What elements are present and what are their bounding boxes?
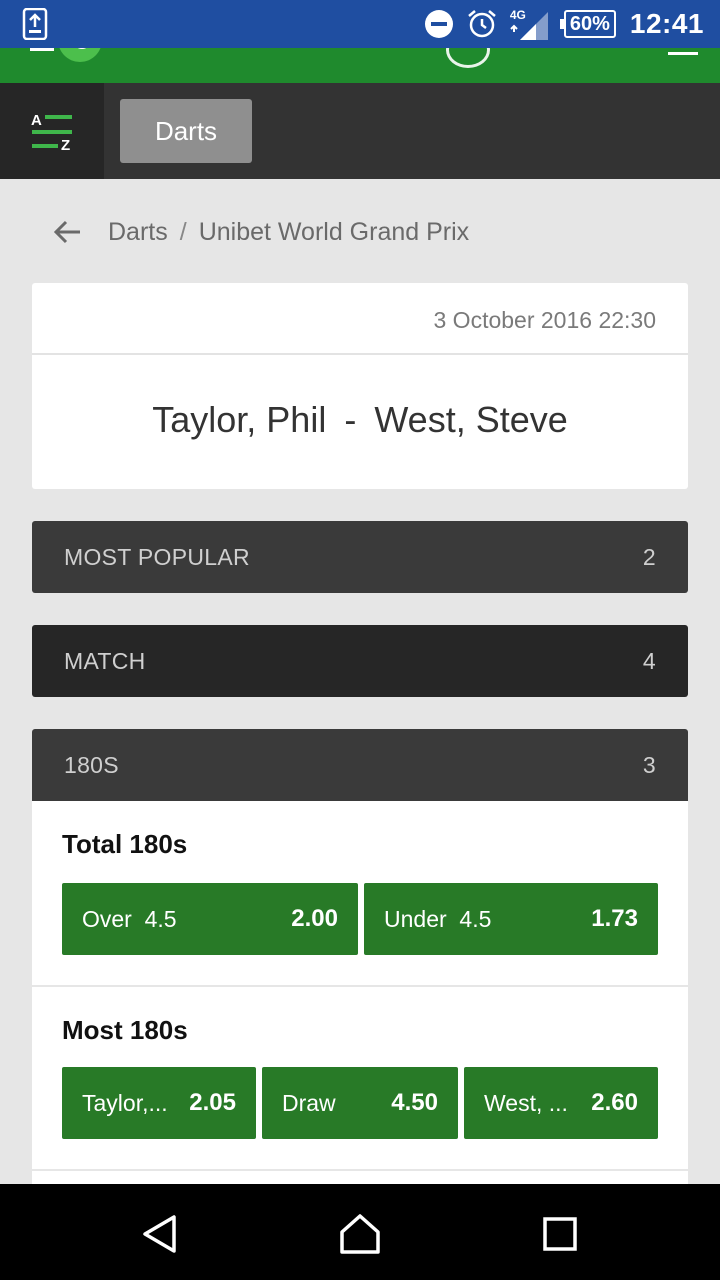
section-match[interactable]: MATCH 4 — [32, 625, 688, 697]
odds-button[interactable]: West, ... 2.60 — [464, 1067, 658, 1139]
odds-button[interactable]: Taylor,... 2.05 — [62, 1067, 256, 1139]
divider — [32, 353, 688, 355]
outcome-label: Draw — [282, 1090, 336, 1116]
section-count: 3 — [642, 752, 656, 778]
event-date: 3 October 2016 22:30 — [433, 307, 657, 333]
odds-button[interactable]: Under 4.5 1.73 — [364, 883, 658, 955]
outcome-price: 2.05 — [189, 1089, 236, 1116]
section-label: MATCH — [64, 648, 146, 674]
unibet-logo-icon — [30, 48, 101, 62]
download-notification-icon — [22, 8, 48, 40]
breadcrumb-competition-link[interactable]: Unibet World Grand Prix — [199, 218, 469, 247]
outcome-price: 2.60 — [591, 1089, 638, 1116]
account-icon[interactable] — [446, 48, 490, 68]
market-title: Most 180s — [62, 1015, 188, 1045]
section-label: MOST POPULAR — [64, 544, 250, 570]
alarm-icon — [468, 10, 496, 38]
home-participant: Taylor, Phil — [152, 399, 327, 440]
odds-button[interactable]: Draw 4.50 — [262, 1067, 458, 1139]
svg-text:Z: Z — [61, 137, 70, 154]
section-180s[interactable]: 180S 3 — [32, 729, 688, 801]
outcome-label: Taylor,... — [82, 1090, 168, 1116]
back-arrow-icon[interactable] — [52, 216, 84, 248]
outcome-label: Over 4.5 — [82, 906, 177, 932]
menu-icon[interactable] — [668, 48, 698, 55]
market-most-180s: Most 180s Taylor,... 2.05 Draw 4.50 West… — [32, 987, 688, 1169]
app-header — [0, 48, 720, 83]
outcome-price: 4.50 — [391, 1089, 438, 1116]
svg-text:A: A — [31, 112, 42, 129]
event-title: Taylor, Phil - West, Steve — [32, 399, 688, 441]
section-most-popular[interactable]: MOST POPULAR 2 — [32, 521, 688, 593]
a-z-sports-button[interactable]: A Z — [0, 83, 104, 179]
home-icon[interactable] — [338, 1212, 382, 1256]
outcome-price: 1.73 — [591, 905, 638, 932]
sport-nav-bar: A Z Darts — [0, 83, 720, 179]
outcome-price: 2.00 — [291, 905, 338, 932]
do-not-disturb-icon — [424, 10, 453, 38]
clock: 12:41 — [629, 8, 704, 39]
recents-icon[interactable] — [543, 1217, 577, 1251]
event-card: 3 October 2016 22:30 Taylor, Phil - West… — [32, 283, 688, 489]
a-z-list-icon: A Z — [31, 112, 72, 154]
breadcrumb-sport-link[interactable]: Darts — [108, 218, 168, 247]
status-bar: 4G 60% 12:41 — [0, 0, 720, 48]
event-title-dash: - — [344, 399, 357, 440]
outcome-label: Under 4.5 — [384, 906, 492, 932]
system-navigation-bar — [0, 1184, 720, 1280]
section-count: 4 — [642, 648, 656, 674]
market-total-180s: Total 180s Over 4.5 2.00 Under 4.5 1.73 — [32, 801, 688, 985]
section-count: 2 — [642, 544, 656, 570]
battery-indicator: 60% — [559, 10, 616, 38]
section-label: 180S — [64, 752, 119, 778]
breadcrumb-separator: / — [179, 217, 187, 246]
breadcrumb: Darts / Unibet World Grand Prix — [52, 206, 469, 258]
market-title: Total 180s — [62, 829, 188, 859]
signal-icon: 4G — [510, 6, 550, 42]
outcome-label: West, ... — [484, 1090, 568, 1116]
away-participant: West, Steve — [374, 399, 568, 440]
back-icon[interactable] — [140, 1214, 180, 1254]
odds-button[interactable]: Over 4.5 2.00 — [62, 883, 358, 955]
tab-darts[interactable]: Darts — [120, 99, 252, 163]
